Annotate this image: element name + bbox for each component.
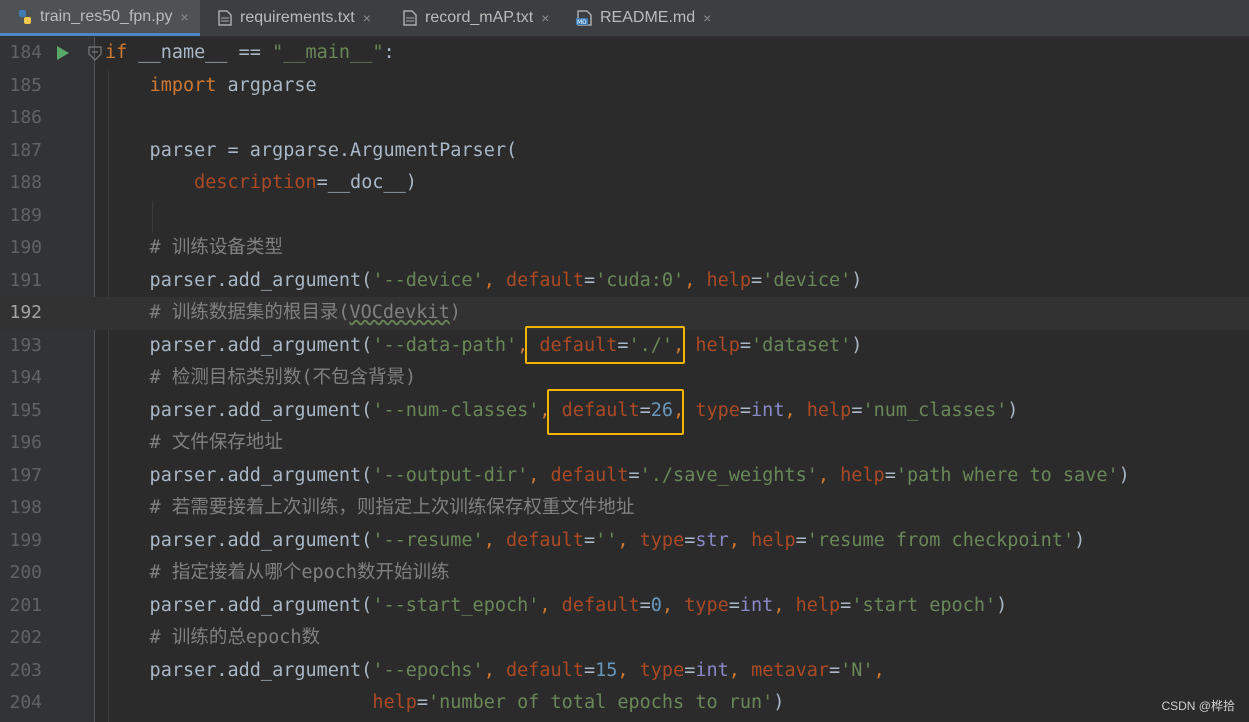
code-comment: # 训练设备类型: [105, 237, 283, 258]
line-number: 187: [9, 139, 42, 161]
code-line[interactable]: 190 # 训练设备类型: [0, 232, 1249, 265]
python-file-icon: [16, 8, 34, 26]
code-line[interactable]: 185 import argparse: [0, 70, 1249, 103]
highlight-box-default-path: [525, 326, 685, 364]
code-comment: # 指定接着从哪个epoch数开始训练: [105, 562, 450, 583]
code-line[interactable]: 197 parser.add_argument('--output-dir', …: [0, 460, 1249, 493]
line-number: 184: [9, 42, 42, 63]
text-file-icon: [216, 9, 234, 27]
code-text: parser.add_argument('--start_epoch', def…: [105, 594, 1008, 616]
code-text: if __name__ == "__main__":: [105, 42, 395, 63]
code-text: help='number of total epochs to run'): [372, 692, 785, 713]
line-number: 185: [9, 74, 42, 96]
line-number: 197: [9, 464, 42, 486]
code-text: parser.add_argument('--data-path', defau…: [105, 334, 863, 356]
code-comment: # 文件保存地址: [105, 432, 283, 453]
line-number: 194: [9, 367, 42, 388]
line-number: 202: [9, 627, 42, 648]
line-number: 186: [9, 107, 42, 128]
code-line-current[interactable]: 192 # 训练数据集的根目录(VOCdevkit): [0, 297, 1249, 330]
tab-label: requirements.txt: [240, 9, 355, 26]
code-line[interactable]: 187 parser = argparse.ArgumentParser(: [0, 135, 1249, 168]
line-number: 191: [9, 269, 42, 291]
code-text: parser.add_argument('--output-dir', defa…: [105, 464, 1130, 486]
code-line[interactable]: 199 parser.add_argument('--resume', defa…: [0, 525, 1249, 558]
fold-icon[interactable]: [88, 45, 102, 65]
markdown-file-icon: MD: [576, 9, 594, 27]
code-line[interactable]: 184 if __name__ == "__main__":: [0, 37, 1249, 70]
code-line[interactable]: 188 description=__doc__): [0, 167, 1249, 200]
code-comment: # 检测目标类别数(不包含背景): [105, 367, 417, 388]
code-text: import argparse: [149, 74, 317, 96]
svg-text:MD: MD: [577, 19, 587, 26]
text-file-icon: [401, 9, 419, 27]
code-line[interactable]: 201 parser.add_argument('--start_epoch',…: [0, 590, 1249, 623]
code-text: description=__doc__): [194, 172, 417, 193]
line-number: 203: [9, 659, 42, 681]
line-number: 190: [9, 237, 42, 258]
line-number: 200: [9, 562, 42, 583]
code-text: parser.add_argument('--epochs', default=…: [105, 659, 885, 681]
line-number: 196: [9, 432, 42, 453]
code-text: parser = argparse.ArgumentParser(: [105, 139, 518, 161]
code-comment: # 训练数据集的根目录(VOCdevkit): [105, 302, 461, 323]
tab-record-map[interactable]: record_mAP.txt ×: [385, 0, 560, 36]
code-line[interactable]: 191 parser.add_argument('--device', defa…: [0, 265, 1249, 298]
editor-tab-bar: train_res50_fpn.py × requirements.txt × …: [0, 0, 1249, 37]
tab-label: record_mAP.txt: [425, 9, 534, 26]
code-line[interactable]: 204 help='number of total epochs to run'…: [0, 687, 1249, 720]
line-number: 199: [9, 529, 42, 551]
code-comment: # 训练的总epoch数: [105, 627, 321, 648]
code-comment: # 若需要接着上次训练，则指定上次训练保存权重文件地址: [105, 497, 635, 518]
line-number: 198: [9, 497, 42, 518]
code-line[interactable]: 189: [0, 200, 1249, 233]
code-line[interactable]: 186: [0, 102, 1249, 135]
close-icon[interactable]: ×: [541, 10, 549, 26]
line-number: 195: [9, 399, 42, 421]
close-icon[interactable]: ×: [363, 10, 371, 26]
code-text: parser.add_argument('--device', default=…: [105, 269, 863, 291]
line-number: 204: [9, 692, 42, 713]
line-number: 201: [9, 594, 42, 616]
line-number: 193: [9, 334, 42, 356]
tab-requirements[interactable]: requirements.txt ×: [200, 0, 385, 36]
line-number: 188: [9, 172, 42, 193]
tab-label: README.md: [600, 9, 696, 26]
code-line[interactable]: 202 # 训练的总epoch数: [0, 622, 1249, 655]
tab-train-res50-fpn[interactable]: train_res50_fpn.py ×: [0, 0, 200, 36]
tab-readme[interactable]: MD README.md ×: [560, 0, 720, 36]
code-line[interactable]: 198 # 若需要接着上次训练，则指定上次训练保存权重文件地址: [0, 492, 1249, 525]
code-line[interactable]: 203 parser.add_argument('--epochs', defa…: [0, 655, 1249, 688]
line-number: 192: [9, 302, 42, 323]
watermark: CSDN @桦拾: [1161, 699, 1235, 713]
tab-label: train_res50_fpn.py: [40, 7, 173, 25]
code-text: parser.add_argument('--resume', default=…: [105, 529, 1086, 551]
code-editor[interactable]: 184 if __name__ == "__main__": 185 impor…: [0, 37, 1249, 722]
close-icon[interactable]: ×: [181, 9, 189, 25]
code-line[interactable]: 200 # 指定接着从哪个epoch数开始训练: [0, 557, 1249, 590]
highlight-box-default-classes: [547, 389, 684, 435]
close-icon[interactable]: ×: [703, 10, 711, 26]
line-number: 189: [9, 204, 42, 226]
run-icon[interactable]: [57, 46, 69, 60]
